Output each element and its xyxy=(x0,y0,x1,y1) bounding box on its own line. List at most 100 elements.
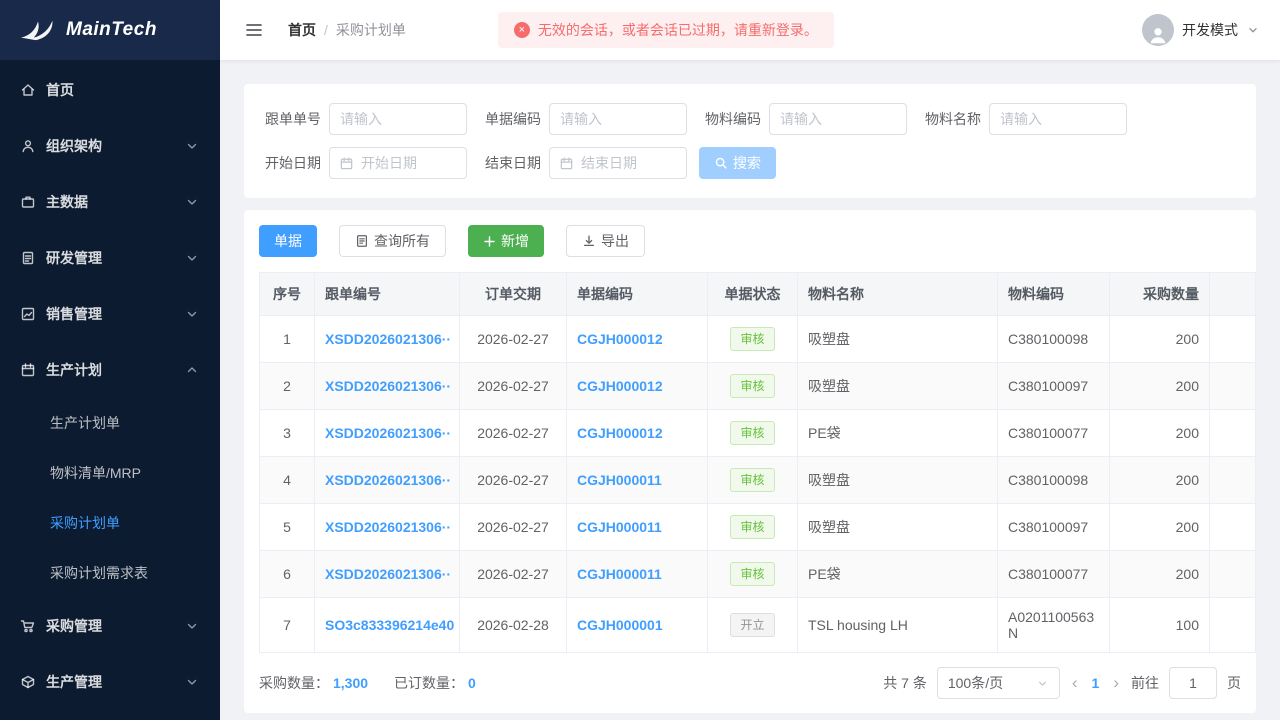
prev-page-button[interactable]: ‹ xyxy=(1070,673,1080,693)
next-page-button[interactable]: › xyxy=(1111,673,1121,693)
sidebar-item-label: 主数据 xyxy=(46,192,174,212)
cell-qty: 200 xyxy=(1110,316,1210,363)
menu-toggle-icon[interactable] xyxy=(244,20,264,40)
current-page[interactable]: 1 xyxy=(1090,675,1102,691)
filter-input-material-name[interactable] xyxy=(989,103,1127,135)
purchase-qty-value: 1,300 xyxy=(333,675,368,691)
download-icon xyxy=(582,234,596,248)
sidebar-subitem-purchase-plan-demand[interactable]: 采购计划需求表 xyxy=(0,548,220,598)
filter-label-end-date: 结束日期 xyxy=(479,153,541,173)
error-icon: × xyxy=(514,22,530,38)
doc-no-link[interactable]: CGJH000011 xyxy=(567,504,708,551)
filter-group-start-date: 开始日期开始日期 xyxy=(259,147,467,179)
table-row: 2XSDD2026021306··2026-02-27CGJH000012审核吸… xyxy=(260,363,1256,410)
order-no-link[interactable]: XSDD2026021306·· xyxy=(315,410,460,457)
cell-seq: 2 xyxy=(260,363,315,410)
order-no-link[interactable]: XSDD2026021306·· xyxy=(315,316,460,363)
search-button[interactable]: 搜索 xyxy=(699,147,776,179)
cell-clipped xyxy=(1210,504,1256,551)
cell-seq: 3 xyxy=(260,410,315,457)
doc-no-link[interactable]: CGJH000012 xyxy=(567,363,708,410)
alert-text: 无效的会话，或者会话已过期，请重新登录。 xyxy=(538,20,818,40)
purchase-qty-label: 采购数量： xyxy=(259,673,329,693)
column-header-clipped xyxy=(1210,273,1256,316)
page-size-select[interactable]: 100条/页 xyxy=(937,667,1060,699)
sidebar-item-rd-management[interactable]: 研发管理 xyxy=(0,230,220,286)
filter-panel: 跟单单号单据编码物料编码物料名称 开始日期开始日期结束日期结束日期 搜索 xyxy=(244,84,1256,198)
filter-input-material-code[interactable] xyxy=(769,103,907,135)
column-header: 序号 xyxy=(260,273,315,316)
breadcrumb-separator: / xyxy=(324,22,328,38)
sidebar-item-label: 首页 xyxy=(46,80,200,100)
column-header: 物料名称 xyxy=(798,273,998,316)
cell-material-code: C380100098 xyxy=(998,316,1110,363)
order-no-link[interactable]: SO3c833396214e40 xyxy=(315,598,460,653)
add-button[interactable]: 新增 xyxy=(468,225,544,257)
sidebar-item-home[interactable]: 首页 xyxy=(0,62,220,118)
table-row: 7SO3c833396214e402026-02-28CGJH000001开立T… xyxy=(260,598,1256,653)
cell-material-name: 吸塑盘 xyxy=(798,316,998,363)
chevron-up-icon xyxy=(184,362,200,378)
top-bar: 首页 / 采购计划单 × 无效的会话，或者会话已过期，请重新登录。 开发模式 xyxy=(220,0,1280,60)
doc-no-link[interactable]: CGJH000012 xyxy=(567,410,708,457)
table-header-row: 序号跟单编号订单交期单据编码单据状态物料名称物料编码采购数量 xyxy=(260,273,1256,316)
filter-input-order-no[interactable] xyxy=(329,103,467,135)
filter-group-doc-code: 单据编码 xyxy=(479,103,687,135)
sidebar-subitem-production-plan-order[interactable]: 生产计划单 xyxy=(0,398,220,448)
breadcrumb-home[interactable]: 首页 xyxy=(288,20,316,40)
user-mode-label: 开发模式 xyxy=(1182,20,1238,40)
doc-button[interactable]: 单据 xyxy=(259,225,317,257)
cell-qty: 200 xyxy=(1110,457,1210,504)
home-icon xyxy=(20,82,36,98)
filter-group-end-date: 结束日期结束日期 xyxy=(479,147,687,179)
sidebar-subitem-purchase-plan-order[interactable]: 采购计划单 xyxy=(0,498,220,548)
doc-no-link[interactable]: CGJH000001 xyxy=(567,598,708,653)
query-all-button[interactable]: 查询所有 xyxy=(339,225,446,257)
sidebar-item-production-plan[interactable]: 生产计划 xyxy=(0,342,220,398)
order-no-link[interactable]: XSDD2026021306·· xyxy=(315,457,460,504)
order-no-link[interactable]: XSDD2026021306·· xyxy=(315,363,460,410)
filter-date-row: 开始日期开始日期结束日期结束日期 xyxy=(259,147,687,179)
breadcrumb-current: 采购计划单 xyxy=(336,20,406,40)
filter-group-order-no: 跟单单号 xyxy=(259,103,467,135)
filter-input-doc-code[interactable] xyxy=(549,103,687,135)
sidebar-nav: 首页组织架构主数据研发管理销售管理生产计划生产计划单物料清单/MRP采购计划单采… xyxy=(0,60,220,720)
start-date-picker[interactable]: 开始日期 xyxy=(329,147,467,179)
goto-page-input[interactable] xyxy=(1169,667,1217,699)
goto-label: 前往 xyxy=(1131,673,1159,693)
sidebar-item-sales-management[interactable]: 销售管理 xyxy=(0,286,220,342)
sidebar-item-production-management[interactable]: 生产管理 xyxy=(0,654,220,710)
sidebar-item-purchase-management[interactable]: 采购管理 xyxy=(0,598,220,654)
sidebar-item-organization[interactable]: 组织架构 xyxy=(0,118,220,174)
status-badge: 开立 xyxy=(730,613,774,637)
chevron-down-icon xyxy=(184,306,200,322)
doc-no-link[interactable]: CGJH000011 xyxy=(567,551,708,598)
sidebar-subitem-bom-mrp[interactable]: 物料清单/MRP xyxy=(0,448,220,498)
user-icon xyxy=(20,138,36,154)
calendar-icon xyxy=(20,362,36,378)
total-count: 共 7 条 xyxy=(883,673,927,693)
sidebar-item-master-data[interactable]: 主数据 xyxy=(0,174,220,230)
status-badge: 审核 xyxy=(730,421,774,445)
chevron-down-icon xyxy=(1036,677,1049,690)
cell-delivery-date: 2026-02-28 xyxy=(460,598,567,653)
doc-no-link[interactable]: CGJH000011 xyxy=(567,457,708,504)
export-button[interactable]: 导出 xyxy=(566,225,645,257)
cell-seq: 5 xyxy=(260,504,315,551)
cell-clipped xyxy=(1210,316,1256,363)
cell-delivery-date: 2026-02-27 xyxy=(460,410,567,457)
chevron-down-icon xyxy=(184,194,200,210)
column-header: 物料编码 xyxy=(998,273,1110,316)
chevron-down-icon xyxy=(184,674,200,690)
column-header: 采购数量 xyxy=(1110,273,1210,316)
sidebar-item-label: 采购管理 xyxy=(46,616,174,636)
cell-status: 审核 xyxy=(708,551,798,598)
order-no-link[interactable]: XSDD2026021306·· xyxy=(315,551,460,598)
filter-group-material-name: 物料名称 xyxy=(919,103,1127,135)
filter-text-row: 跟单单号单据编码物料编码物料名称 xyxy=(259,103,1241,135)
user-menu[interactable]: 开发模式 xyxy=(1142,14,1260,46)
cell-material-name: TSL housing LH xyxy=(798,598,998,653)
order-no-link[interactable]: XSDD2026021306·· xyxy=(315,504,460,551)
doc-no-link[interactable]: CGJH000012 xyxy=(567,316,708,363)
end-date-picker[interactable]: 结束日期 xyxy=(549,147,687,179)
